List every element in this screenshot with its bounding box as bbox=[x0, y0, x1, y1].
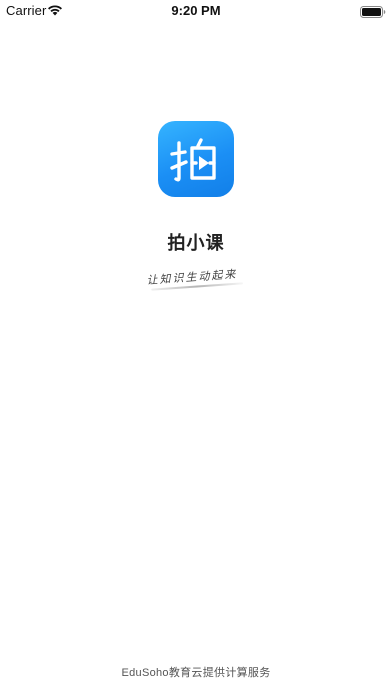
status-time: 9:20 PM bbox=[171, 3, 221, 18]
splash-screen: Carrier 9:20 PM 拍小课 让知识生动起来 EduSoho教育云提供… bbox=[0, 0, 392, 696]
app-logo-icon bbox=[158, 121, 234, 197]
status-bar: Carrier 9:20 PM bbox=[0, 0, 392, 22]
battery-icon bbox=[360, 5, 386, 18]
app-name: 拍小课 bbox=[167, 233, 225, 253]
footer-credit: EduSoho教育云提供计算服务 bbox=[121, 667, 271, 679]
slogan: 让知识生动起来 bbox=[146, 265, 248, 302]
